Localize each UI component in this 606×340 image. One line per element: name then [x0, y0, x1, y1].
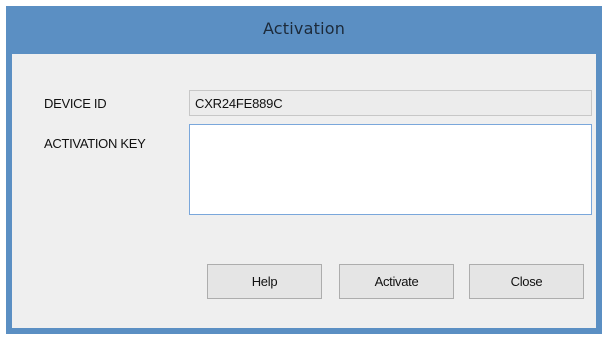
device-id-field: CXR24FE889C [189, 90, 592, 116]
activate-button[interactable]: Activate [339, 264, 454, 299]
window-title: Activation [262, 19, 346, 38]
activation-key-input[interactable] [189, 124, 592, 215]
activation-key-label: ACTIVATION KEY [44, 136, 146, 151]
activation-dialog: Activation DEVICE ID CXR24FE889C ACTIVAT… [6, 6, 602, 334]
close-button[interactable]: Close [469, 264, 584, 299]
title-bar[interactable]: Activation [6, 6, 602, 54]
device-id-label: DEVICE ID [44, 96, 107, 111]
dialog-body: DEVICE ID CXR24FE889C ACTIVATION KEY Hel… [12, 54, 596, 328]
help-button[interactable]: Help [207, 264, 322, 299]
